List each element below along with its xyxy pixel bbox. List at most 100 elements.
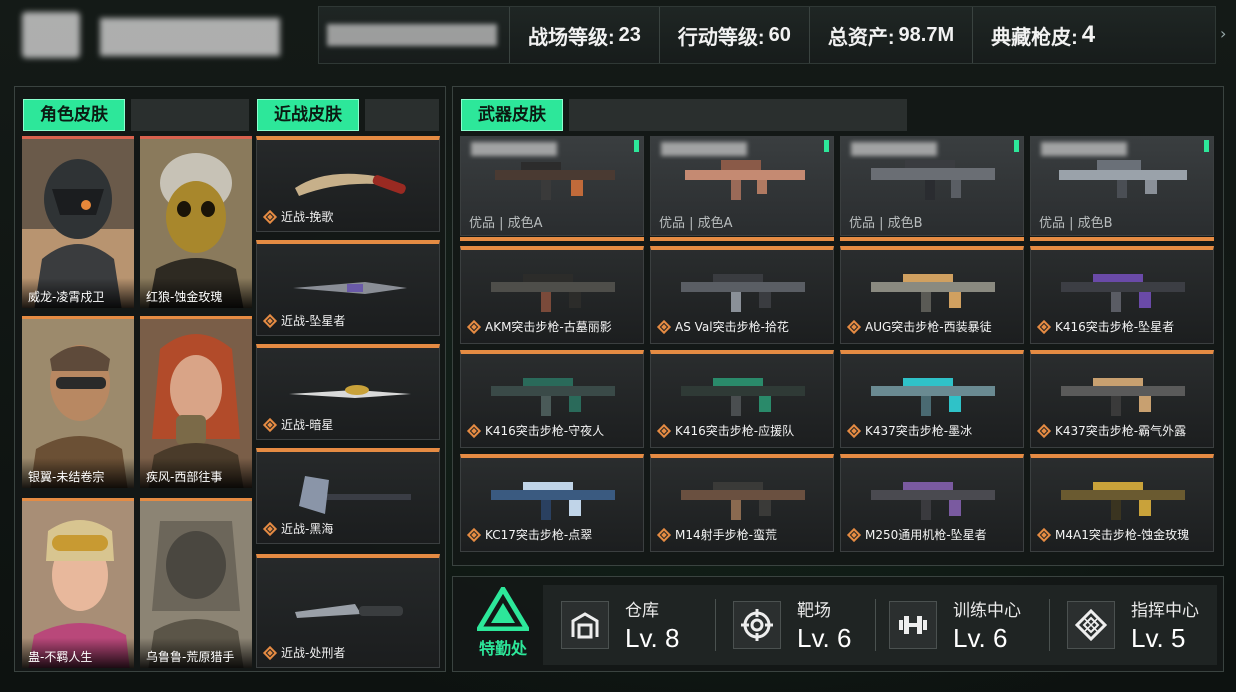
rarity-diamond-icon	[1036, 527, 1052, 542]
rarity-diamond-icon	[1036, 423, 1052, 438]
weapon-image	[1061, 378, 1185, 416]
facility-command-center[interactable]: 指挥中心 Lv. 5	[1067, 589, 1236, 661]
stats-bar: 战场等级: 23 行动等级: 60 总资产: 98.7M 典藏枪皮: 4	[318, 6, 1216, 64]
stat-total-assets: 总资产: 98.7M	[808, 7, 972, 63]
facility-shooting-range[interactable]: 靶场 Lv. 6	[733, 589, 905, 661]
weapon-skin-card[interactable]: M4A1突击步枪-蚀金玫瑰	[1030, 454, 1214, 552]
divider	[1049, 599, 1050, 651]
character-skin-card[interactable]: 疾风-西部往事	[140, 316, 252, 488]
weapon-skin-label: K416突击步枪-守夜人	[466, 422, 605, 439]
melee-skin-card[interactable]: 近战-挽歌	[256, 136, 440, 232]
weapon-skin-name: K416突击步枪-守夜人	[485, 424, 605, 438]
chevron-right-icon[interactable]: ›	[1220, 24, 1226, 43]
rarity-diamond-icon	[846, 423, 862, 438]
weapon-skin-card[interactable]: AKM突击步枪-古墓丽影	[460, 246, 644, 344]
rarity-diamond-icon	[846, 319, 862, 334]
weapon-skin-label: K437突击步枪-霸气外露	[1036, 422, 1186, 439]
rarity-diamond-icon	[466, 319, 482, 334]
weapon-skin-card[interactable]: M250通用机枪-坠星者	[840, 454, 1024, 552]
melee-axe-image	[299, 476, 411, 514]
weapon-image	[491, 482, 615, 520]
player-name-redacted	[100, 18, 280, 56]
tab-label: 武器皮肤	[461, 99, 563, 131]
weapon-skin-name: M4A1突击步枪-蚀金玫瑰	[1055, 528, 1190, 542]
melee-skin-card[interactable]: 近战-黑海	[256, 448, 440, 544]
rarity-diamond-icon	[846, 527, 862, 542]
tab-filler	[131, 99, 249, 131]
featured-weapon-card[interactable]: 优品 | 成色A	[650, 136, 834, 241]
special-ops-logo[interactable]: 特勤处	[463, 587, 543, 663]
status-flag	[1204, 140, 1209, 152]
weapon-quality-label: 优品 | 成色A	[659, 216, 733, 231]
weapon-skin-name: AUG突击步枪-西装暴徒	[865, 320, 992, 334]
profile-header: 战场等级: 23 行动等级: 60 总资产: 98.7M 典藏枪皮: 4 ›	[0, 0, 1236, 80]
facility-name: 指挥中心	[1131, 601, 1199, 621]
weapon-skin-label: M4A1突击步枪-蚀金玫瑰	[1036, 526, 1190, 543]
character-skin-label: 银翼-未结卷宗	[22, 458, 134, 488]
facility-name: 靶场	[797, 601, 831, 621]
weapon-skin-name: AS Val突击步枪-拾花	[675, 320, 789, 334]
weapon-skin-label: M250通用机枪-坠星者	[846, 526, 987, 543]
character-skin-card[interactable]: 乌鲁鲁-荒原猎手	[140, 498, 252, 668]
rarity-diamond-icon	[262, 417, 278, 432]
weapon-skin-card[interactable]: AUG突击步枪-西装暴徒	[840, 246, 1024, 344]
weapon-image	[681, 378, 805, 416]
tab-filler	[365, 99, 439, 131]
player-avatar	[22, 12, 80, 58]
character-skin-label: 威龙-凌霄戍卫	[22, 278, 134, 308]
facility-name: 训练中心	[953, 601, 1021, 621]
rarity-diamond-icon	[466, 527, 482, 542]
character-skin-card[interactable]: 红狼-蚀金玫瑰	[140, 136, 252, 308]
character-skin-label: 蛊-不羁人生	[22, 638, 134, 668]
weapon-skin-card[interactable]: K416突击步枪-守夜人	[460, 350, 644, 448]
weapon-image	[685, 160, 805, 200]
weapon-skin-card[interactable]: K437突击步枪-墨冰	[840, 350, 1024, 448]
featured-weapon-card[interactable]: 优品 | 成色B	[1030, 136, 1214, 241]
weapon-image	[681, 482, 805, 520]
melee-skin-label: 近战-坠星者	[262, 312, 346, 329]
melee-kukri-image	[295, 173, 406, 196]
weapon-skin-card[interactable]: K437突击步枪-霸气外露	[1030, 350, 1214, 448]
character-skin-card[interactable]: 蛊-不羁人生	[22, 498, 134, 668]
weapon-quality-label: 优品 | 成色A	[469, 216, 543, 231]
rarity-diamond-icon	[262, 209, 278, 224]
command-icon	[1067, 601, 1115, 649]
rarity-diamond-icon	[656, 527, 672, 542]
melee-skin-name: 近战-坠星者	[281, 314, 346, 328]
facility-warehouse[interactable]: 仓库 Lv. 8	[561, 589, 733, 661]
rarity-diamond-icon	[262, 645, 278, 660]
weapon-skin-card[interactable]: KC17突击步枪-点翠	[460, 454, 644, 552]
weapon-skin-card[interactable]: K416突击步枪-应援队	[650, 350, 834, 448]
tab-weapon-skins[interactable]: 武器皮肤	[461, 99, 907, 131]
weapon-skin-card[interactable]: AS Val突击步枪-拾花	[650, 246, 834, 344]
weapon-skin-card[interactable]: M14射手步枪-蛮荒	[650, 454, 834, 552]
melee-blade-image	[289, 385, 411, 398]
stat-battlefield-level: 战场等级: 23	[509, 7, 659, 63]
melee-skin-card[interactable]: 近战-暗星	[256, 344, 440, 440]
weapon-skin-name: K416突击步枪-坠星者	[1055, 320, 1175, 334]
featured-weapon-card[interactable]: 优品 | 成色A	[460, 136, 644, 241]
facility-level: Lv. 6	[797, 623, 852, 653]
tab-melee-skins[interactable]: 近战皮肤	[257, 99, 439, 131]
status-flag	[824, 140, 829, 152]
facility-training-center[interactable]: 训练中心 Lv. 6	[889, 589, 1061, 661]
melee-skin-card[interactable]: 近战-处刑者	[256, 554, 440, 668]
weapon-image	[871, 274, 995, 312]
dumbbell-icon	[889, 601, 937, 649]
weapon-skin-card[interactable]: K416突击步枪-坠星者	[1030, 246, 1214, 344]
weapon-image	[871, 160, 995, 200]
special-ops-icon	[477, 587, 529, 631]
character-skin-card[interactable]: 威龙-凌霄戍卫	[22, 136, 134, 308]
stat-collection-skins: 典藏枪皮: 4	[972, 7, 1113, 63]
target-icon	[733, 601, 781, 649]
weapon-image	[495, 162, 615, 200]
melee-knife-image	[295, 604, 403, 618]
tab-character-skins[interactable]: 角色皮肤	[23, 99, 249, 131]
character-skin-card[interactable]: 银翼-未结卷宗	[22, 316, 134, 488]
melee-skin-label: 近战-暗星	[262, 416, 333, 433]
weapon-skin-label: K416突击步枪-坠星者	[1036, 318, 1175, 335]
melee-skin-label: 近战-挽歌	[262, 208, 333, 225]
weapon-image	[871, 482, 995, 520]
melee-skin-card[interactable]: 近战-坠星者	[256, 240, 440, 336]
featured-weapon-card[interactable]: 优品 | 成色B	[840, 136, 1024, 241]
